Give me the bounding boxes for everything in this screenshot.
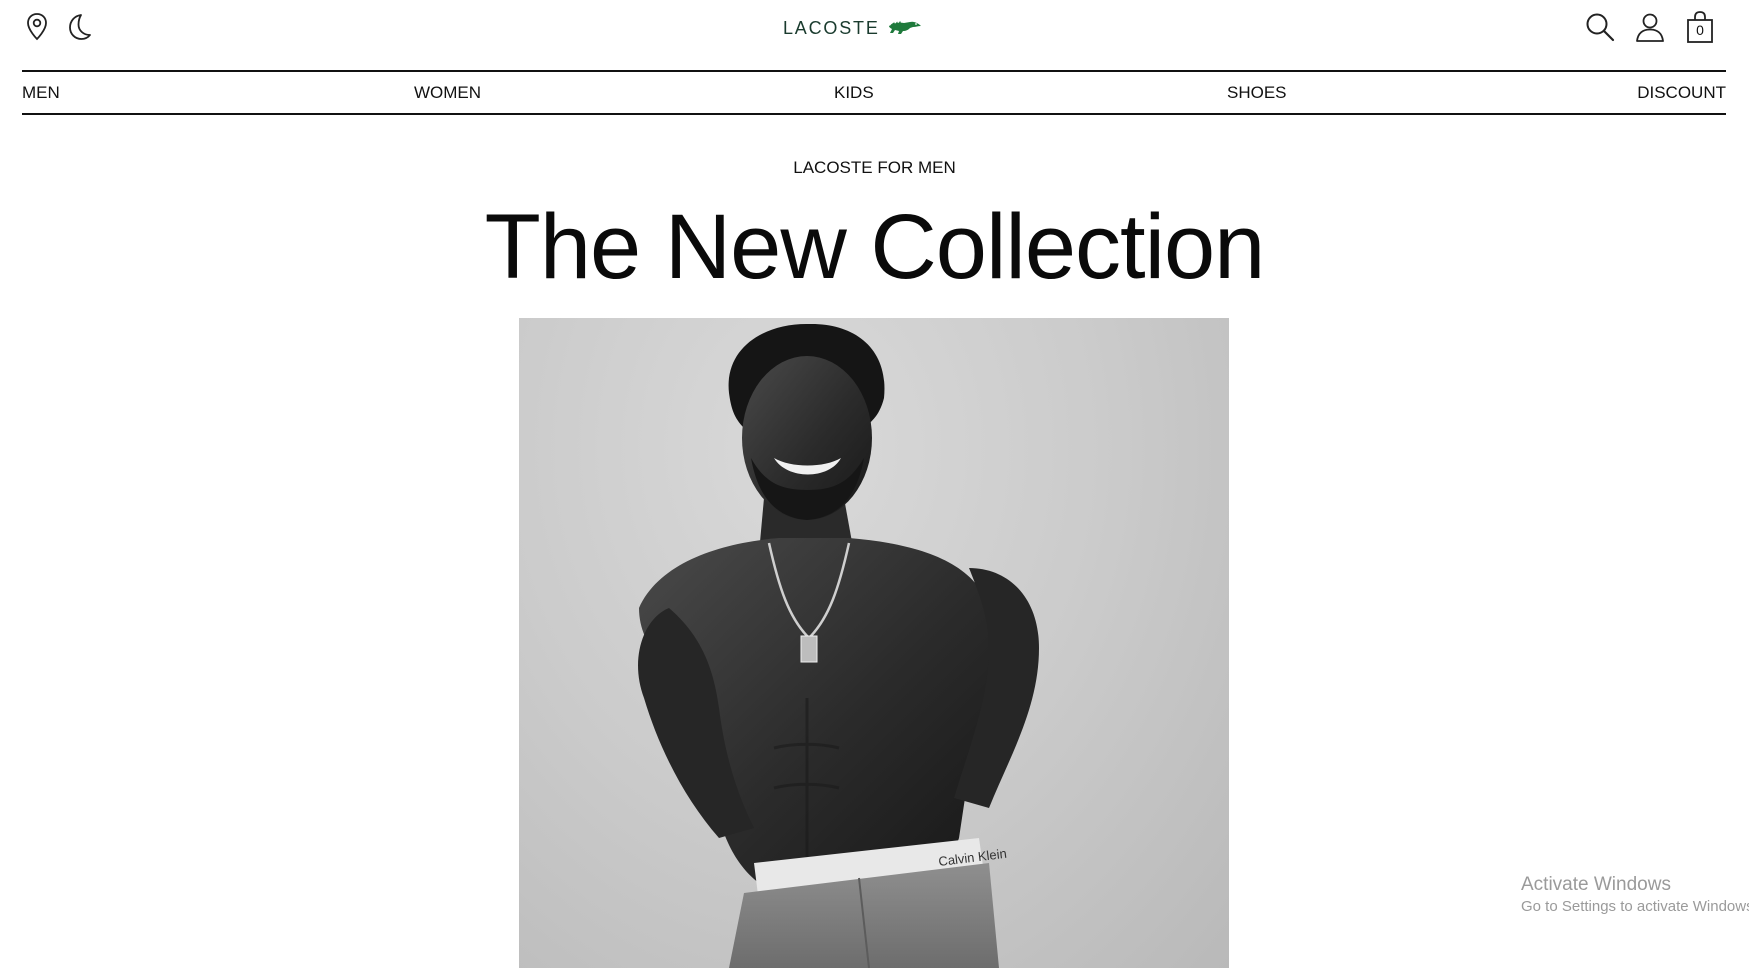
hero-title: The New Collection [484, 196, 1266, 298]
brand-wordmark: LACOSTE [783, 17, 880, 38]
cart-count: 0 [1696, 22, 1704, 38]
page: LACOSTE 0 MEN WOMEN KIDS SHOES DISCOUNT … [0, 0, 1749, 968]
top-bar: LACOSTE 0 [0, 0, 1749, 56]
watermark-subtitle: Go to Settings to activate Windows. [1521, 898, 1749, 915]
crocodile-icon [888, 17, 922, 39]
watermark-title: Activate Windows [1521, 874, 1671, 895]
nav-item-shoes[interactable]: SHOES [1227, 72, 1287, 113]
nav-item-discount[interactable]: DISCOUNT [1637, 72, 1726, 113]
hero-image[interactable]: Calvin Klein [519, 318, 1229, 968]
hero-eyebrow: LACOSTE FOR MEN [793, 158, 956, 177]
main-nav: MEN WOMEN KIDS SHOES DISCOUNT [22, 70, 1726, 115]
windows-activation-watermark: Activate Windows Go to Settings to activ… [1521, 873, 1749, 917]
moon-icon[interactable] [64, 12, 94, 42]
nav-item-men[interactable]: MEN [22, 72, 60, 113]
shopping-bag-icon[interactable]: 0 [1684, 10, 1716, 44]
brand-logo[interactable]: LACOSTE [783, 14, 922, 42]
nav-item-kids[interactable]: KIDS [834, 72, 874, 113]
user-icon[interactable] [1634, 11, 1666, 43]
location-pin-icon[interactable] [24, 12, 50, 42]
search-icon[interactable] [1584, 11, 1616, 43]
nav-item-women[interactable]: WOMEN [414, 72, 481, 113]
